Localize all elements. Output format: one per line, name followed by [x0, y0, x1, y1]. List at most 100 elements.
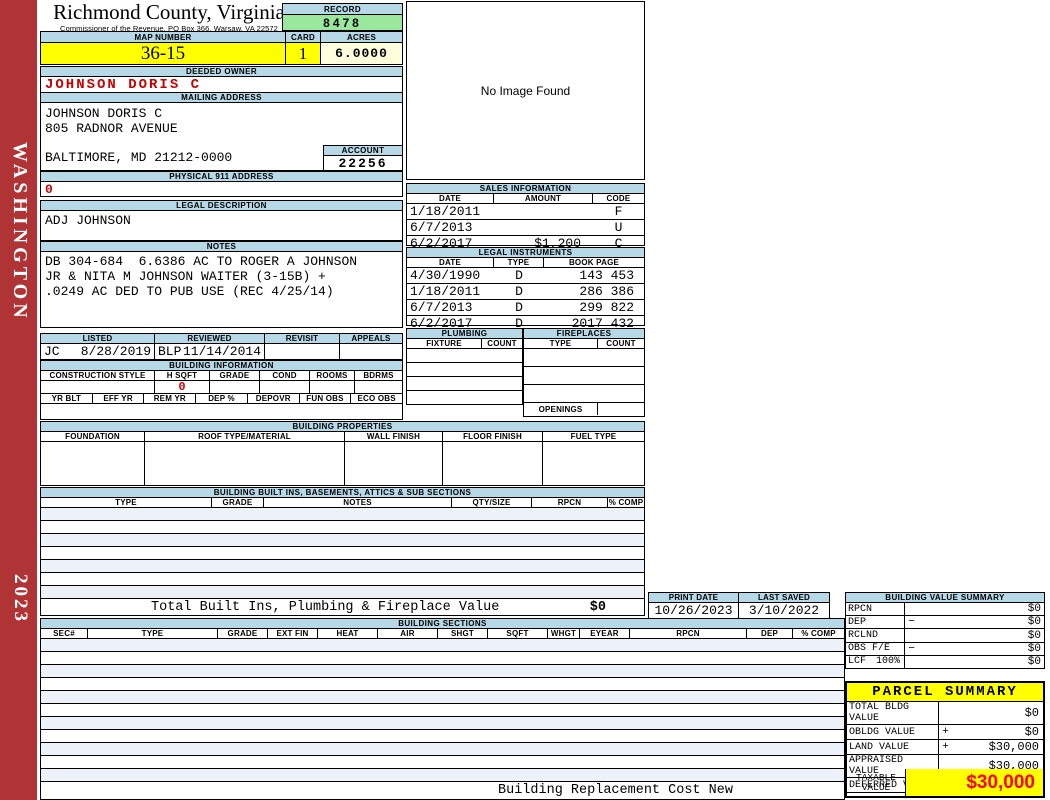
floor-finish-value: [443, 442, 543, 485]
fuel-type-header: FUEL TYPE: [570, 432, 617, 441]
sec-sqft-header: SQFT: [488, 629, 548, 638]
account-value: 22256: [338, 155, 388, 171]
instrument-date: 6/7/2013: [410, 300, 473, 315]
listed-date: 8/28/2019: [80, 344, 151, 359]
builtins-rpcn-header: RPCN: [532, 498, 608, 507]
mailing-address-label: MAILING ADDRESS: [41, 93, 402, 103]
parcel-summary-title: PARCEL SUMMARY: [847, 683, 1043, 702]
bvs-row: RCLND $0: [846, 629, 1044, 643]
sec-shgt-header: SHGT: [438, 629, 488, 638]
sec-air-header: AIR: [378, 629, 438, 638]
wall-finish-header: WALL FINISH: [345, 432, 443, 441]
revisit-label: REVISIT: [265, 334, 340, 343]
built-ins-total-value: $0: [589, 599, 606, 615]
empty-row: [524, 367, 644, 385]
rooms-header: ROOMS: [310, 371, 355, 380]
print-date-label: PRINT DATE: [649, 593, 739, 602]
builtins-grade-header: GRADE: [212, 498, 264, 507]
mailing-line-1: JOHNSON DORIS C: [45, 106, 163, 121]
sec-whgt-header: WHGT: [548, 629, 580, 638]
print-info-table: PRINT DATE LAST SAVED 10/26/2023 3/10/20…: [648, 592, 830, 619]
listing-table: LISTED REVIEWED REVISIT APPEALS JC 8/28/…: [40, 333, 403, 360]
deeded-owner-value: JOHNSON DORIS C: [45, 76, 202, 93]
foundation-value: [41, 442, 145, 485]
sales-date-header: DATE: [407, 194, 494, 203]
acres-value: 6.0000: [321, 43, 402, 64]
sidebar-district-label: WASHINGTON: [9, 142, 31, 322]
parcel-label: LAND VALUE: [847, 740, 939, 754]
instrument-type: D: [515, 268, 523, 283]
empty-row: [41, 547, 644, 560]
taxable-value-amount: $30,000: [906, 769, 1043, 796]
building-information-table: BUILDING INFORMATION CONSTRUCTION STYLE …: [40, 360, 403, 420]
sales-code-header: CODE: [606, 194, 631, 203]
cond-value: [260, 381, 310, 393]
floor-finish-header: FLOOR FINISH: [443, 432, 543, 441]
bvs-row: OBS F/E − $0: [846, 642, 1044, 656]
appeals-label: APPEALS: [340, 334, 402, 343]
empty-row: [41, 639, 844, 652]
bvs-value: $0: [1027, 642, 1041, 655]
listed-by: JC: [44, 344, 60, 359]
notes-label: NOTES: [41, 242, 402, 252]
account-label: ACCOUNT: [324, 146, 402, 156]
built-ins-title: BUILDING BUILT INS, BASEMENTS, ATTICS & …: [41, 488, 644, 498]
grade-header: GRADE: [210, 371, 260, 380]
deppct-header: DEP %: [196, 394, 248, 403]
empty-row: [524, 385, 644, 403]
sec-extfin-header: EXT FIN: [268, 629, 318, 638]
builtins-type-header: TYPE: [41, 498, 212, 507]
sec-comp-header: % COMP: [801, 629, 836, 638]
builtins-comp-header: % COMP: [608, 498, 644, 507]
parcel-value: $0: [1024, 725, 1039, 739]
bvs-label: RPCN: [846, 603, 905, 616]
remyr-header: REM YR: [144, 394, 197, 403]
instrument-bookpage: 286 386: [579, 284, 634, 299]
sec-dep-header: DEP: [747, 629, 793, 638]
instrument-bookpage: 299 822: [579, 300, 634, 315]
rooms-value: [310, 381, 355, 393]
instrument-type: D: [515, 300, 523, 315]
taxable-label-line2: VALUE: [861, 781, 891, 793]
sales-row: 1/18/2011 F: [407, 204, 644, 220]
openings-label: OPENINGS: [524, 403, 598, 415]
record-box: RECORD 8478: [282, 3, 403, 31]
taxable-value-row: TAXABLE VALUE $30,000: [847, 769, 1043, 796]
building-value-summary-table: BUILDING VALUE SUMMARY RPCN $0 DEP − $0 …: [845, 592, 1045, 669]
empty-row: [407, 349, 522, 363]
map-number-value: 36-15: [41, 43, 286, 64]
instrument-type-header: TYPE: [494, 258, 544, 267]
wall-finish-value: [345, 442, 443, 485]
listed-cell: JC 8/28/2019: [41, 344, 155, 359]
building-properties-table: BUILDING PROPERTIES FOUNDATION ROOF TYPE…: [40, 421, 645, 486]
sec-grade-header: GRADE: [218, 629, 268, 638]
fuel-type-value: [543, 442, 644, 485]
map-card-acres-table: MAP NUMBER CARD ACRES 36-15 1 6.0000: [40, 31, 403, 65]
appeals-cell: [340, 344, 402, 359]
property-photo-placeholder: No Image Found: [406, 1, 645, 180]
legal-description-label: LEGAL DESCRIPTION: [41, 201, 402, 211]
empty-row: [41, 508, 644, 521]
sec-eyear-header: EYEAR: [580, 629, 630, 638]
parcel-row: OBLDG VALUE + $0: [847, 725, 1043, 740]
notes-line-1: DB 304-684 6.6386 AC TO ROGER A JOHNSON: [45, 254, 358, 269]
physical-address-label: PHYSICAL 911 ADDRESS: [41, 172, 402, 182]
hsqft-value: 0: [155, 380, 210, 394]
empty-row: [41, 743, 844, 756]
builtins-notes-header: NOTES: [264, 498, 452, 507]
card-value: 1: [286, 43, 321, 64]
sale-date: 6/7/2013: [410, 220, 473, 235]
sidebar-year-label: 2023: [10, 574, 31, 624]
empty-row: [407, 391, 522, 404]
taxable-label-line1: TAXABLE: [856, 771, 896, 783]
physical-address-value: 0: [45, 181, 53, 197]
physical-address-box: PHYSICAL 911 ADDRESS 0: [40, 171, 403, 197]
building-sections-title: BUILDING SECTIONS: [41, 619, 844, 629]
legal-description-value: ADJ JOHNSON: [45, 213, 131, 228]
reviewed-date: 11/14/2014: [182, 344, 261, 359]
funobs-header: FUN OBS: [300, 394, 352, 403]
instrument-bookpage: 143 453: [579, 268, 634, 283]
sale-date: 1/18/2011: [410, 204, 481, 219]
built-ins-table: BUILDING BUILT INS, BASEMENTS, ATTICS & …: [40, 487, 645, 616]
empty-row: [41, 665, 844, 678]
